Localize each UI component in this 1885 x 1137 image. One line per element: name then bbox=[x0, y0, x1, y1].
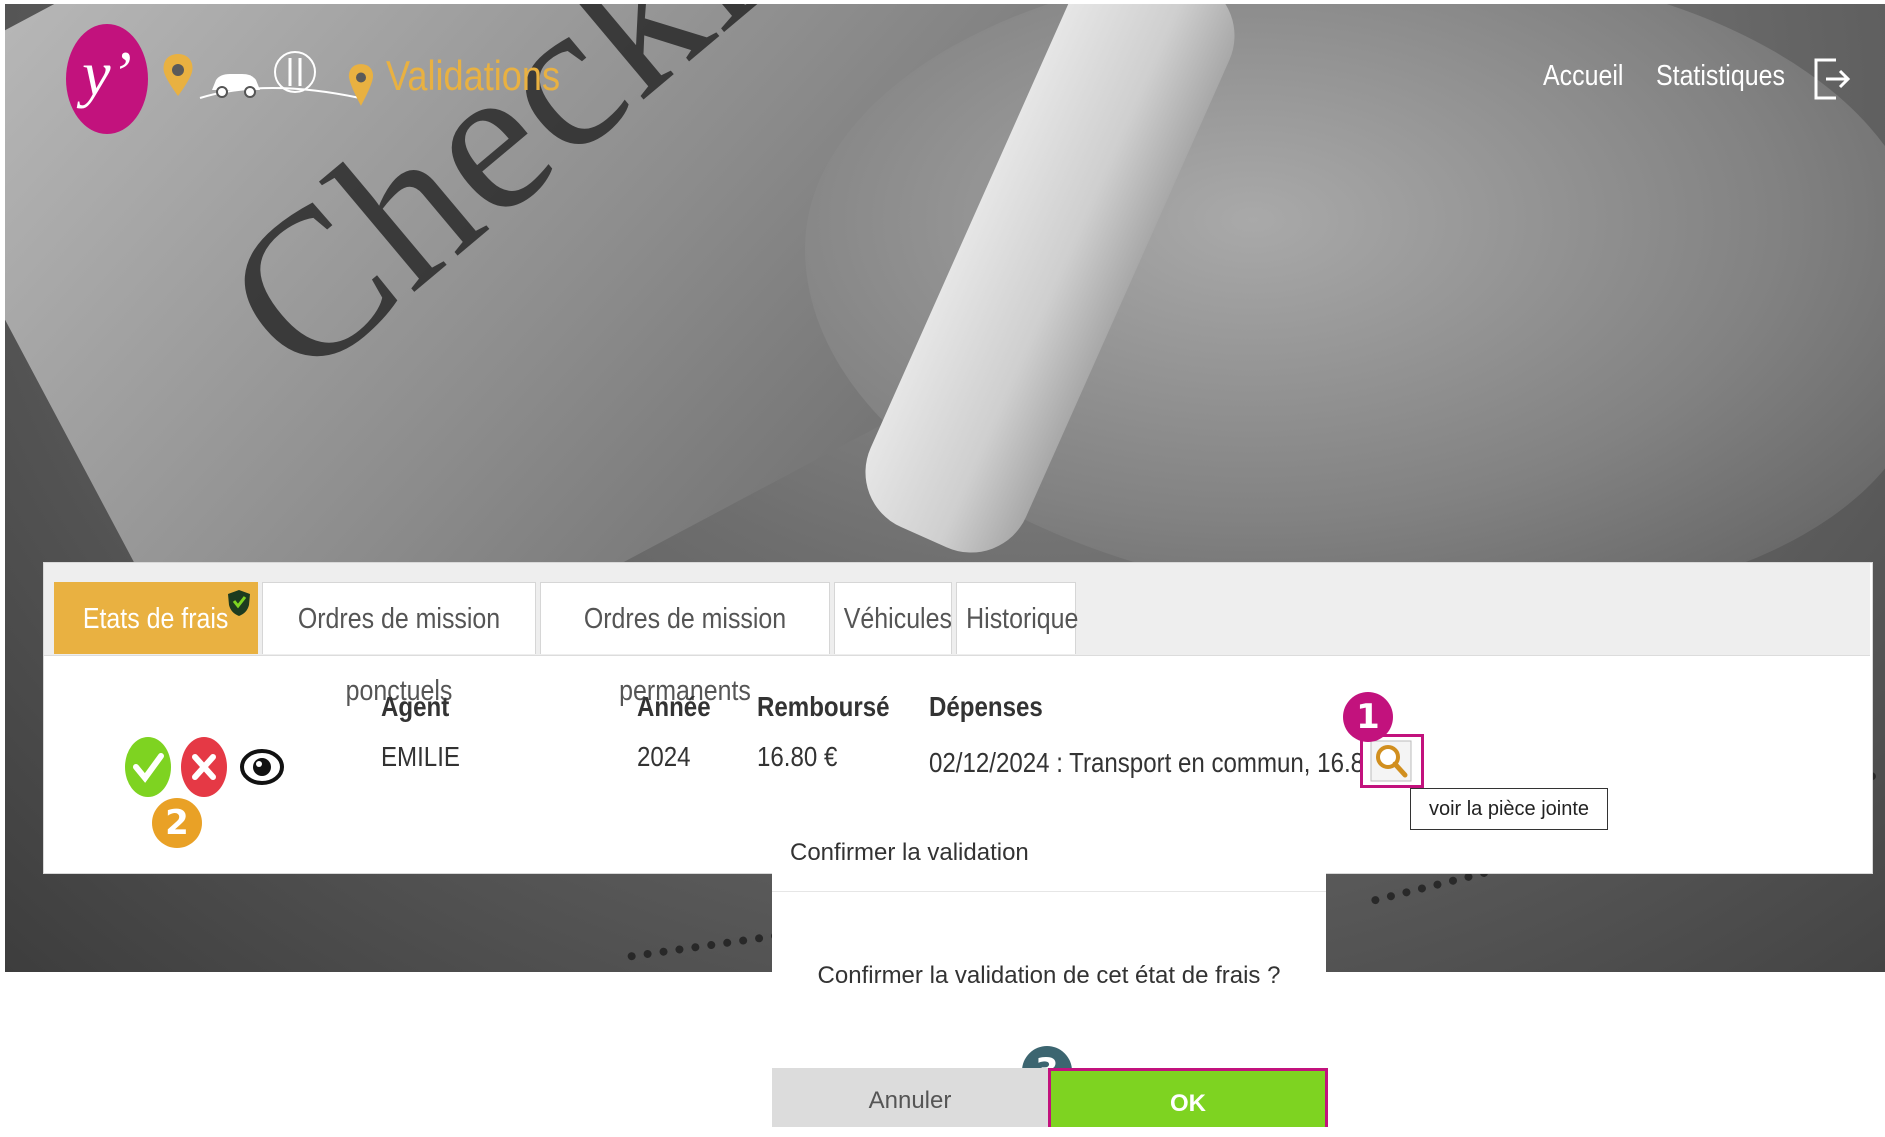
magnifier-icon bbox=[1370, 740, 1412, 782]
modal-body bbox=[772, 892, 1326, 972]
header-reimbursed: Remboursé bbox=[757, 691, 890, 722]
cutlery-icon bbox=[274, 51, 316, 93]
reject-icon bbox=[192, 754, 216, 780]
tab-label: Véhicules bbox=[843, 603, 952, 635]
eye-icon bbox=[240, 749, 284, 785]
app-logo[interactable]: y’ bbox=[66, 24, 148, 134]
tab-vehicles[interactable]: Véhicules bbox=[834, 582, 952, 654]
car-icon bbox=[212, 74, 260, 98]
header-expenses: Dépenses bbox=[929, 691, 1043, 722]
page-title: Validations bbox=[386, 52, 561, 99]
header-year: Année bbox=[637, 691, 711, 722]
validate-icon bbox=[133, 753, 164, 783]
view-attachment-button[interactable] bbox=[1360, 734, 1424, 788]
nav-statistics-link[interactable]: Statistiques bbox=[1656, 60, 1785, 93]
modal-message: Confirmer la validation de cet état de f… bbox=[817, 962, 1281, 989]
shield-icon bbox=[228, 590, 250, 616]
modal-title: Confirmer la validation bbox=[772, 814, 1326, 892]
header-agent: Agent bbox=[381, 691, 450, 722]
map-pin-icon bbox=[348, 64, 374, 106]
tab-history[interactable]: Historique bbox=[956, 582, 1079, 654]
cell-reimbursed: 16.80 € bbox=[757, 741, 838, 772]
step-marker-1: 1 bbox=[1343, 692, 1393, 742]
tab-expense-reports[interactable]: Etats de frais bbox=[54, 582, 258, 654]
tab-label: Etats de frais bbox=[83, 603, 229, 635]
reject-button[interactable] bbox=[181, 737, 227, 797]
tab-bar: Etats de frais Ordres de mission ponctue… bbox=[44, 563, 1870, 707]
logo-icons bbox=[163, 51, 361, 99]
view-button[interactable] bbox=[238, 744, 286, 790]
cell-agent: EMILIE bbox=[381, 741, 460, 772]
cell-year: 2024 bbox=[637, 741, 691, 772]
tab-one-off-missions[interactable]: Ordres de mission ponctuels bbox=[262, 582, 536, 707]
nav-home-link[interactable]: Accueil bbox=[1543, 60, 1623, 93]
tab-permanent-missions[interactable]: Ordres de mission permanents bbox=[540, 582, 830, 707]
cell-expenses: 02/12/2024 : Transport en commun, 16.80 … bbox=[929, 747, 1398, 778]
attachment-tooltip: voir la pièce jointe bbox=[1410, 788, 1608, 830]
step-marker-2: 2 bbox=[152, 798, 202, 848]
app-header: y’ Validations Accueil Statistiques bbox=[0, 0, 1885, 140]
ok-button[interactable]: OK bbox=[1048, 1068, 1328, 1127]
logout-icon[interactable] bbox=[1812, 56, 1852, 102]
map-pin-icon bbox=[163, 54, 193, 96]
tab-label: Historique bbox=[966, 603, 1079, 635]
cancel-button[interactable]: Annuler bbox=[772, 1068, 1048, 1127]
validate-button[interactable] bbox=[125, 737, 171, 797]
